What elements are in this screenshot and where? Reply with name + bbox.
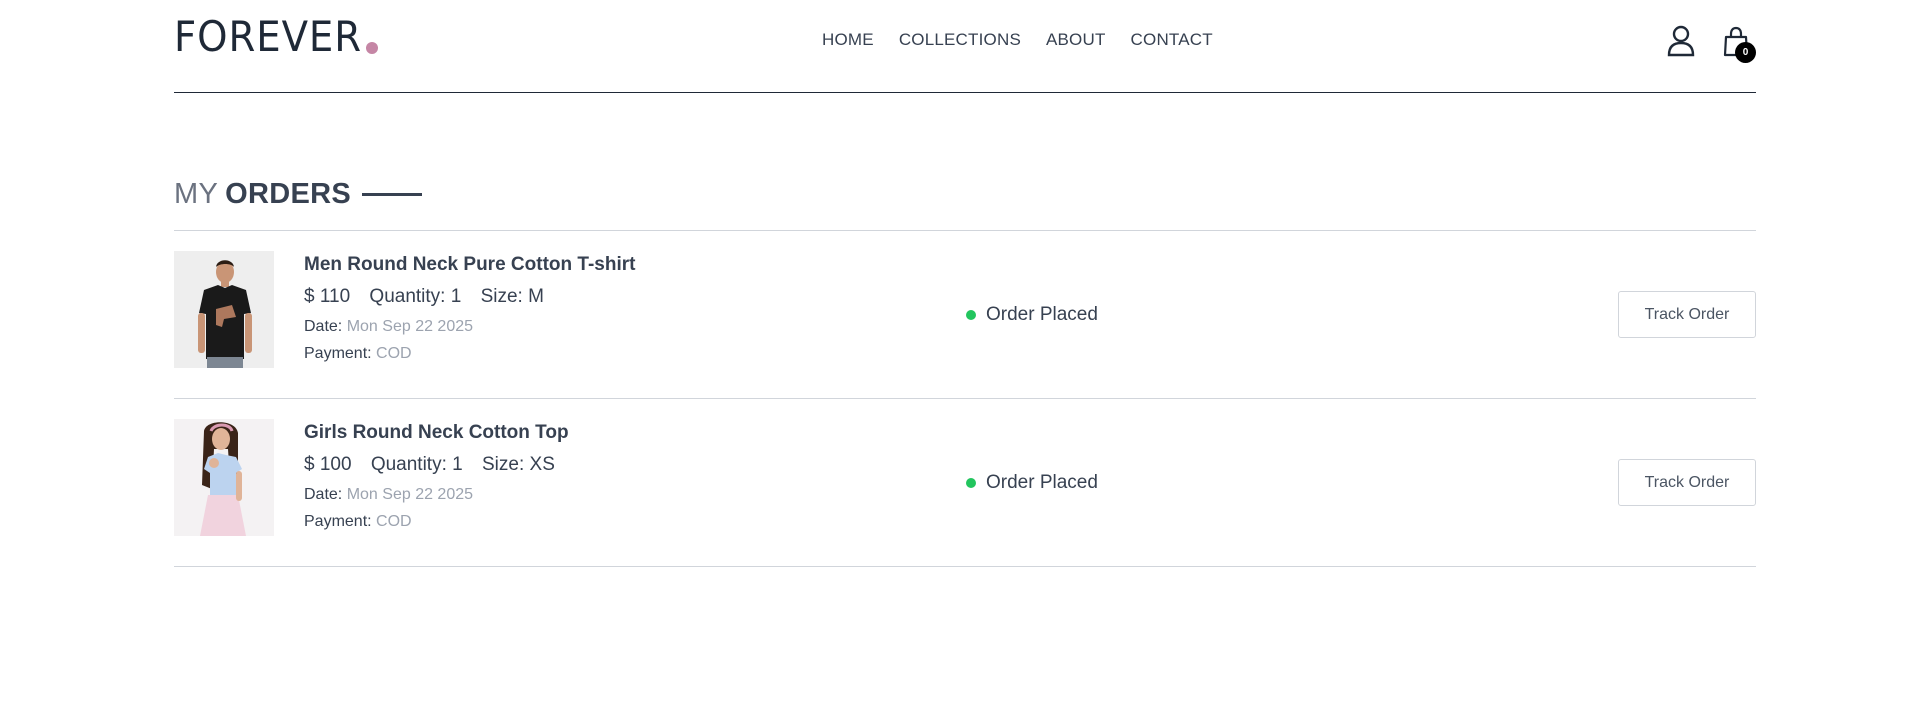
date-value: Mon Sep 22 2025 [346,318,474,335]
order-status: Order Placed [966,304,1098,326]
nav-home[interactable]: HOME [822,30,874,50]
status-dot [966,310,976,320]
date-label: Date: [304,486,343,503]
order-row: Girls Round Neck Cotton Top $ 100 Quanti… [174,399,1756,566]
product-thumbnail[interactable] [174,251,274,368]
product-quantity: Quantity: 1 [369,286,462,307]
order-payment: Payment: COD [304,513,569,531]
title-light: MY [174,177,219,210]
order-status: Order Placed [966,472,1098,494]
payment-value: COD [376,513,412,530]
page-container: FOREVER HOME COLLECTIONS ABOUT CONTACT 0… [174,0,1756,728]
date-value: Mon Sep 22 2025 [346,486,474,503]
payment-label: Payment: [304,345,372,362]
page-title: MY ORDERS [174,176,422,212]
track-order-button[interactable]: Track Order [1618,291,1756,338]
order-meta: $ 100 Quantity: 1 Size: XS [304,454,569,476]
order-date: Date: Mon Sep 22 2025 [304,318,635,336]
product-name[interactable]: Men Round Neck Pure Cotton T-shirt [304,254,635,276]
status-text: Order Placed [986,472,1098,493]
product-size: Size: XS [482,454,555,475]
product-name[interactable]: Girls Round Neck Cotton Top [304,422,569,444]
header-icons: 0 [1666,24,1756,64]
payment-label: Payment: [304,513,372,530]
logo-text: FOREVER [174,12,363,61]
product-price: $ 100 [304,454,352,475]
order-date: Date: Mon Sep 22 2025 [304,486,569,504]
product-thumbnail[interactable] [174,419,274,536]
order-info: Men Round Neck Pure Cotton T-shirt $ 110… [304,254,635,363]
main-nav: HOME COLLECTIONS ABOUT CONTACT [822,30,1238,50]
product-price: $ 110 [304,286,351,307]
nav-about[interactable]: ABOUT [1046,30,1106,50]
date-label: Date: [304,318,343,335]
order-meta: $ 110 Quantity: 1 Size: M [304,286,635,308]
title-bold: ORDERS [225,177,351,210]
order-info: Girls Round Neck Cotton Top $ 100 Quanti… [304,422,569,531]
status-dot [966,478,976,488]
divider [174,566,1756,567]
cart-count-badge: 0 [1735,42,1756,63]
product-quantity: Quantity: 1 [370,454,463,475]
product-size: Size: M [480,286,544,307]
order-row: Men Round Neck Pure Cotton T-shirt $ 110… [174,231,1756,398]
user-icon[interactable] [1666,24,1696,58]
logo-dot [366,42,379,54]
status-text: Order Placed [986,304,1098,325]
logo[interactable]: FOREVER [174,12,379,61]
site-header: FOREVER HOME COLLECTIONS ABOUT CONTACT 0 [174,0,1756,93]
track-order-button[interactable]: Track Order [1618,459,1756,506]
nav-contact[interactable]: CONTACT [1131,30,1213,50]
payment-value: COD [376,345,412,362]
order-payment: Payment: COD [304,345,635,363]
nav-collections[interactable]: COLLECTIONS [899,30,1021,50]
title-underline [361,192,422,196]
